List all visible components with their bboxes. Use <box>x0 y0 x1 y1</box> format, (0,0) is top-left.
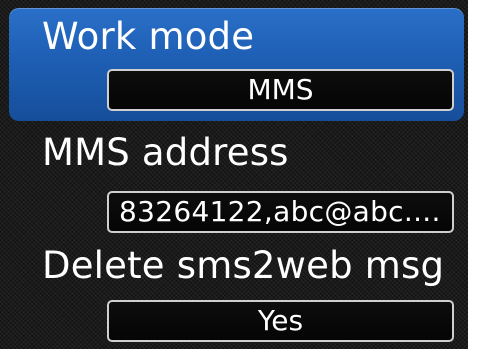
mms-address-field[interactable]: 83264122,abc@abc.... <box>107 191 454 233</box>
delete-sms2web-value[interactable]: Yes <box>107 300 454 342</box>
setting-work-mode[interactable]: Work mode MMS <box>9 8 464 121</box>
work-mode-value[interactable]: MMS <box>107 69 454 111</box>
delete-sms2web-label: Delete sms2web msg <box>42 244 445 287</box>
screen-edge <box>468 0 482 349</box>
work-mode-label: Work mode <box>42 15 255 58</box>
mms-address-label: MMS address <box>42 131 289 174</box>
settings-screen: Work mode MMS MMS address 83264122,abc@a… <box>0 0 482 349</box>
